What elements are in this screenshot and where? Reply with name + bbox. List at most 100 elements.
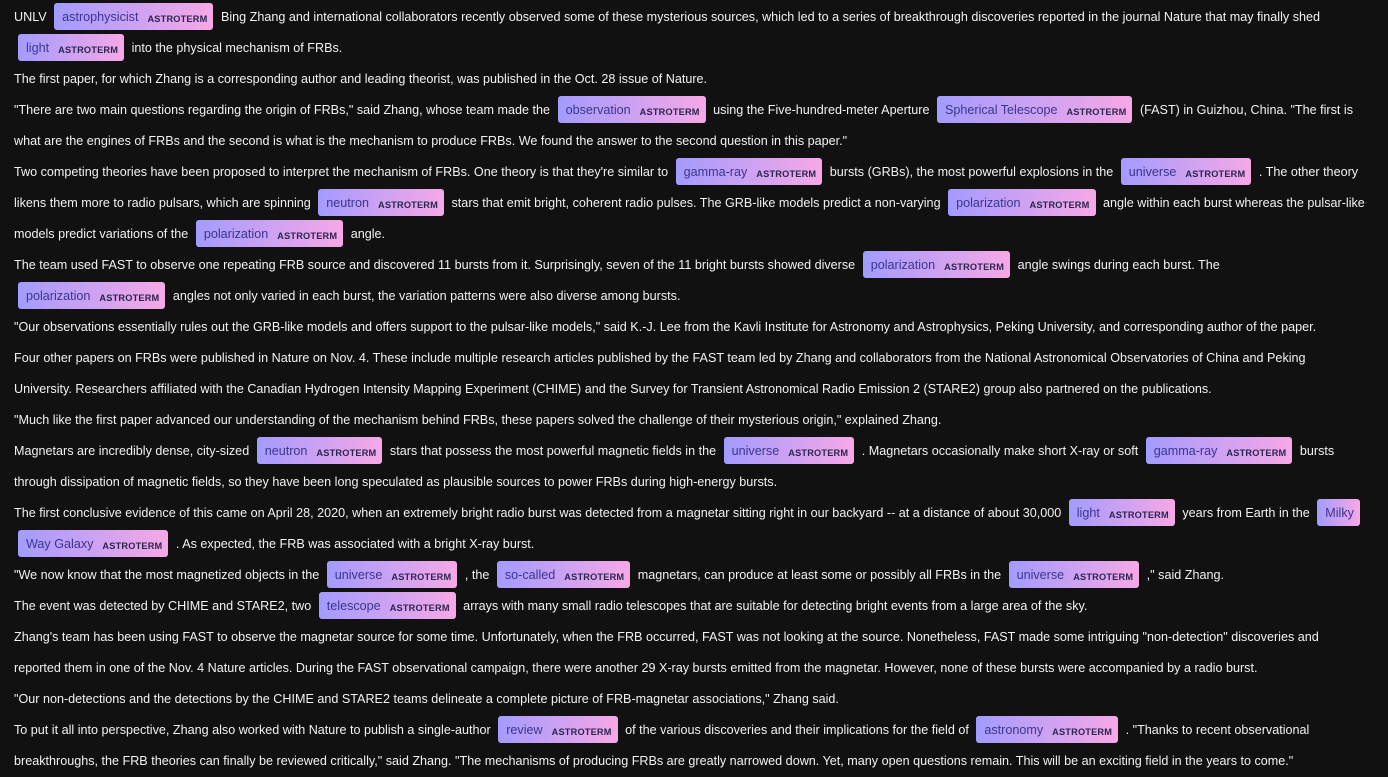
entity-highlight[interactable]: neutron ASTROTERM <box>318 189 445 216</box>
entity-label: ASTROTERM <box>756 169 817 179</box>
entity-label: ASTROTERM <box>102 541 163 551</box>
paragraph-text: To put it all into perspective, Zhang al… <box>14 723 495 737</box>
paragraph-text: "There are two main questions regarding … <box>14 103 554 117</box>
paragraph: "Much like the first paper advanced our … <box>14 405 1366 436</box>
entity-text: polarization <box>870 258 936 272</box>
paragraph-text: UNLV <box>14 10 51 24</box>
paragraph-text: arrays with many small radio telescopes … <box>459 599 1088 613</box>
paragraph: Two competing theories have been propose… <box>14 157 1366 250</box>
entity-label: ASTROTERM <box>1108 510 1169 520</box>
paragraph-text: Magnetars are incredibly dense, city-siz… <box>14 444 253 458</box>
entity-text: gamma-ray <box>1153 444 1218 458</box>
entity-highlight[interactable]: Spherical Telescope ASTROTERM <box>936 96 1133 123</box>
entity-label: ASTROTERM <box>1052 727 1113 737</box>
entity-highlight[interactable]: gamma-ray ASTROTERM <box>1145 437 1293 464</box>
paragraph: The first paper, for which Zhang is a co… <box>14 64 1366 95</box>
paragraph: Magnetars are incredibly dense, city-siz… <box>14 436 1366 498</box>
entity-label: ASTROTERM <box>391 572 452 582</box>
paragraph-text: Zhang's team has been using FAST to obse… <box>14 630 1319 675</box>
paragraph-text: The first conclusive evidence of this ca… <box>14 506 1065 520</box>
paragraph: Zhang's team has been using FAST to obse… <box>14 622 1366 684</box>
entity-highlight[interactable]: universe ASTROTERM <box>723 437 855 464</box>
paragraph: The team used FAST to observe one repeat… <box>14 250 1366 312</box>
entity-text: universe <box>334 568 383 582</box>
entity-highlight[interactable]: polarization ASTROTERM <box>195 220 344 247</box>
paragraph-text: Four other papers on FRBs were published… <box>14 351 1306 396</box>
paragraph-text: The event was detected by CHIME and STAR… <box>14 599 315 613</box>
entity-highlight[interactable]: astronomy ASTROTERM <box>976 716 1119 743</box>
entity-label: ASTROTERM <box>788 448 849 458</box>
entity-label: ASTROTERM <box>316 448 377 458</box>
entity-label: ASTROTERM <box>1073 572 1134 582</box>
paragraph-text: "Much like the first paper advanced our … <box>14 413 942 427</box>
entity-label: ASTROTERM <box>58 45 119 55</box>
paragraph-text: "Our observations essentially rules out … <box>14 320 1317 334</box>
entity-text: polarization <box>26 289 91 303</box>
entity-label: ASTROTERM <box>147 14 208 24</box>
entity-highlight[interactable]: polarization ASTROTERM <box>862 251 1011 278</box>
entity-label: ASTROTERM <box>551 727 612 737</box>
entity-label: ASTROTERM <box>1066 107 1127 117</box>
entity-highlight[interactable]: neutron ASTROTERM <box>256 437 383 464</box>
paragraph-text: "Our non-detections and the detections b… <box>14 692 839 706</box>
entity-highlight[interactable]: universe ASTROTERM <box>1120 158 1252 185</box>
paragraph: The first conclusive evidence of this ca… <box>14 498 1366 560</box>
paragraph-text: angle. <box>347 227 386 241</box>
entity-text: so-called <box>504 568 556 582</box>
paragraph-text: Bing Zhang and international collaborato… <box>217 10 1321 24</box>
entity-highlight[interactable]: universe ASTROTERM <box>1008 561 1140 588</box>
paragraph-text: The team used FAST to observe one repeat… <box>14 258 859 272</box>
entity-text: neutron <box>326 196 370 210</box>
entity-label: ASTROTERM <box>378 200 439 210</box>
entity-text: light <box>1076 506 1100 520</box>
entity-label: ASTROTERM <box>564 572 625 582</box>
entity-label: ASTROTERM <box>1226 448 1287 458</box>
entity-highlight[interactable]: review ASTROTERM <box>498 716 618 743</box>
entity-label: ASTROTERM <box>389 603 450 613</box>
entity-label: ASTROTERM <box>1185 169 1246 179</box>
paragraph-text: Two competing theories have been propose… <box>14 165 672 179</box>
entity-highlight[interactable]: so-called ASTROTERM <box>496 561 631 588</box>
entity-text: polarization <box>203 227 269 241</box>
entity-highlight[interactable]: light ASTROTERM <box>18 34 125 61</box>
paragraph-text: The first paper, for which Zhang is a co… <box>14 72 708 86</box>
entity-text: universe <box>731 444 780 458</box>
entity-highlight[interactable]: universe ASTROTERM <box>326 561 458 588</box>
entity-highlight[interactable]: gamma-ray ASTROTERM <box>675 158 823 185</box>
paragraph-text: into the physical mechanism of FRBs. <box>128 41 343 55</box>
entity-label: ASTROTERM <box>639 107 700 117</box>
entity-highlight[interactable]: polarization ASTROTERM <box>18 282 166 309</box>
paragraph: "Our observations essentially rules out … <box>14 312 1366 343</box>
paragraph-text: years from Earth in the <box>1178 506 1314 520</box>
entity-label: ASTROTERM <box>944 262 1005 272</box>
entity-highlight[interactable]: observation ASTROTERM <box>557 96 706 123</box>
paragraph-text: angle swings during each burst. The <box>1014 258 1220 272</box>
entity-text: gamma-ray <box>683 165 748 179</box>
paragraph-text: bursts (GRBs), the most powerful explosi… <box>826 165 1117 179</box>
entity-text: astronomy <box>984 723 1044 737</box>
entity-text: light <box>26 41 50 55</box>
paragraph: The event was detected by CHIME and STAR… <box>14 591 1366 622</box>
entity-text: review <box>506 723 543 737</box>
entity-label: ASTROTERM <box>1029 200 1090 210</box>
paragraph-text: stars that emit bright, coherent radio p… <box>448 196 945 210</box>
entity-highlight[interactable]: telescope ASTROTERM <box>318 592 456 619</box>
paragraph: Four other papers on FRBs were published… <box>14 343 1366 405</box>
paragraph: "Our non-detections and the detections b… <box>14 684 1366 715</box>
paragraph-text: angles not only varied in each burst, th… <box>169 289 681 303</box>
annotated-article: UNLV astrophysicist ASTROTERM Bing Zhang … <box>0 0 1370 777</box>
entity-highlight[interactable]: polarization ASTROTERM <box>948 189 1096 216</box>
entity-text: observation <box>565 103 631 117</box>
paragraph: To put it all into perspective, Zhang al… <box>14 715 1366 777</box>
paragraph-text: "We now know that the most magnetized ob… <box>14 568 323 582</box>
entity-highlight[interactable]: astrophysicist ASTROTERM <box>54 3 214 30</box>
entity-highlight[interactable]: light ASTROTERM <box>1068 499 1175 526</box>
paragraph-text: . As expected, the FRB was associated wi… <box>172 537 535 551</box>
entity-text: telescope <box>326 599 381 613</box>
paragraph: "There are two main questions regarding … <box>14 95 1366 157</box>
paragraph-text: of the various discoveries and their imp… <box>621 723 973 737</box>
entity-text: universe <box>1128 165 1177 179</box>
entity-text: astrophysicist <box>62 10 139 24</box>
entity-text: universe <box>1016 568 1065 582</box>
paragraph: UNLV astrophysicist ASTROTERM Bing Zhang … <box>14 2 1366 64</box>
